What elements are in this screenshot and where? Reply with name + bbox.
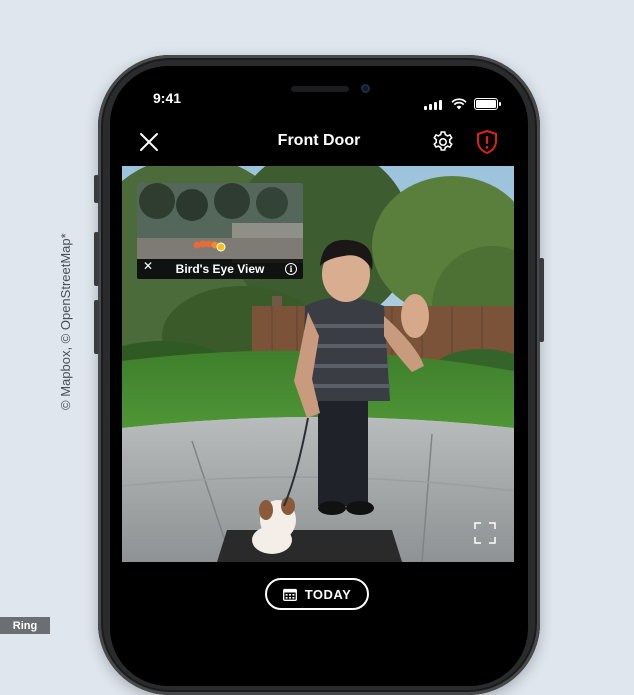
status-time: 9:41 <box>153 90 182 106</box>
front-camera-icon <box>361 84 370 93</box>
gear-icon[interactable] <box>430 129 456 155</box>
phone-silent-switch <box>94 175 99 203</box>
birds-eye-view-bar: ✕ Bird's Eye View i <box>137 259 303 279</box>
phone-volume-up <box>94 232 99 286</box>
cellular-signal-icon <box>424 92 444 110</box>
notch <box>221 66 417 96</box>
fullscreen-icon[interactable] <box>474 522 496 544</box>
battery-icon <box>474 98 501 110</box>
photo-credit: Ring <box>0 617 50 634</box>
map-attribution: © Mapbox, © OpenStreetMap* <box>58 233 73 410</box>
live-video-feed[interactable]: ✕ Bird's Eye View i <box>122 166 514 562</box>
calendar-icon <box>282 588 297 601</box>
wifi-icon <box>451 98 467 110</box>
status-icons <box>424 92 501 110</box>
info-icon[interactable]: i <box>285 263 297 275</box>
today-label: TODAY <box>304 586 352 602</box>
close-icon[interactable]: ✕ <box>143 259 153 273</box>
page-title: Front Door <box>277 132 361 149</box>
phone-volume-down <box>94 300 99 354</box>
birds-eye-view-card[interactable]: ✕ Bird's Eye View i <box>137 183 303 279</box>
birds-eye-view-label: Bird's Eye View <box>175 262 265 276</box>
today-button[interactable]: TODAY <box>265 578 369 610</box>
phone-power-button <box>539 258 544 342</box>
phone-screen: 9:41 Front Door ✕ Bird's Eye View i TODA… <box>110 66 528 686</box>
speaker-grille <box>291 86 349 92</box>
shield-alert-icon[interactable] <box>474 129 500 155</box>
